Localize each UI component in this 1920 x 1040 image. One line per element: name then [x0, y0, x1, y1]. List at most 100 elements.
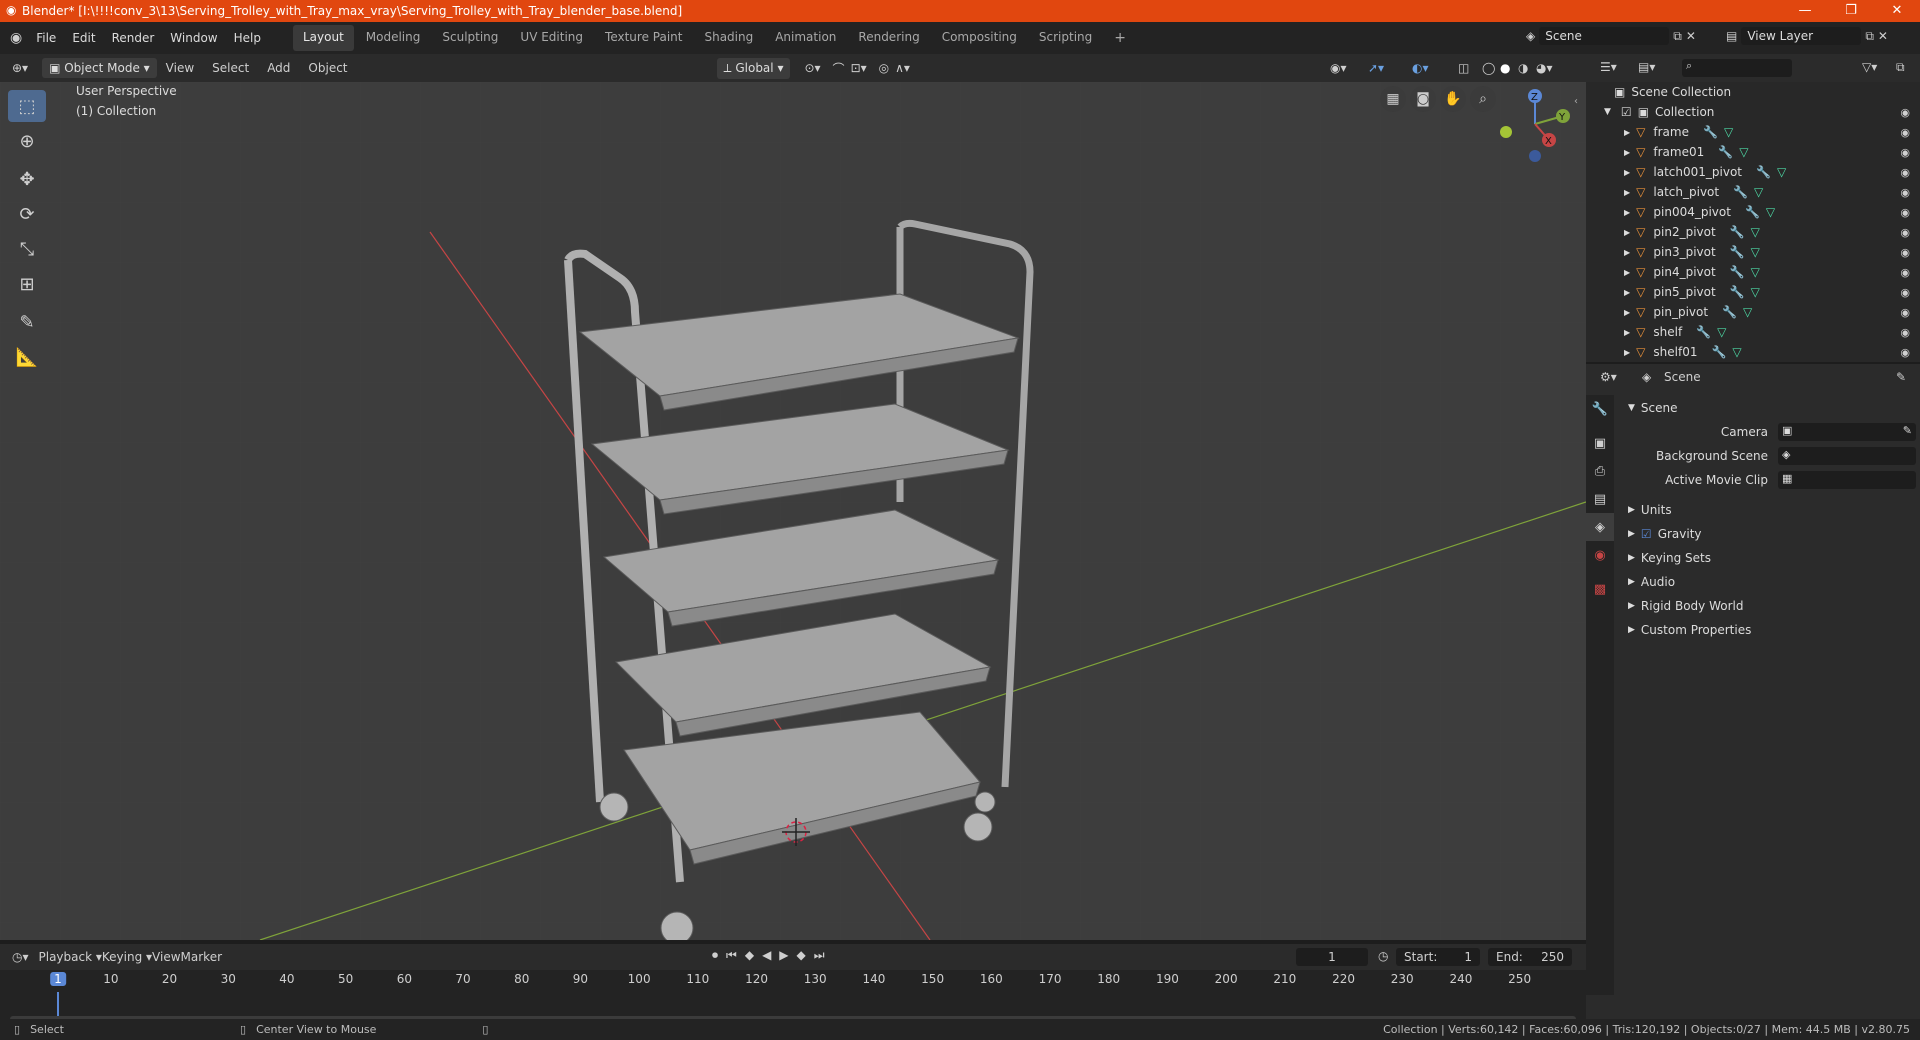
eye-icon[interactable]: ◉: [1900, 226, 1910, 239]
menu-window[interactable]: Window: [162, 31, 225, 45]
expand-arrow-icon[interactable]: ▶: [1624, 188, 1630, 197]
outliner-item[interactable]: ▶ ▽ frame 🔧 ▽ ◉: [1586, 122, 1920, 142]
view-menu[interactable]: View: [157, 61, 203, 75]
scene-tab-icon[interactable]: ◈: [1586, 513, 1614, 541]
timeline-editor-type-icon[interactable]: ◷▾: [12, 950, 29, 964]
proportional-edit-icon[interactable]: ◎: [879, 61, 889, 75]
outliner-item[interactable]: ▶ ▽ pin5_pivot 🔧 ▽ ◉: [1586, 282, 1920, 302]
eye-icon[interactable]: ◉: [1900, 306, 1910, 319]
rigid-body-world-panel-header[interactable]: ▶ Rigid Body World: [1622, 594, 1916, 618]
mesh-data-icon[interactable]: ▽: [1739, 145, 1748, 159]
outliner-item[interactable]: ▶ ▽ pin_pivot 🔧 ▽ ◉: [1586, 302, 1920, 322]
mesh-data-icon[interactable]: ▽: [1751, 245, 1760, 259]
tab-rendering[interactable]: Rendering: [848, 25, 929, 51]
expand-arrow-icon[interactable]: ▶: [1624, 328, 1630, 337]
menu-render[interactable]: Render: [104, 31, 163, 45]
eye-icon[interactable]: ◉: [1900, 126, 1910, 139]
mode-selector[interactable]: ▣ Object Mode ▾: [42, 58, 157, 78]
timeline-track[interactable]: 1 10 20 30 40 50 60 70 80 90 100 110 120 130 140 150 160…: [0, 970, 1586, 1026]
play-icon[interactable]: ▶: [779, 948, 788, 963]
snap-icon[interactable]: ⌒: [833, 60, 845, 77]
keying-sets-panel-header[interactable]: ▶ Keying Sets: [1622, 546, 1916, 570]
outliner-item[interactable]: ▶ ▽ pin004_pivot 🔧 ▽ ◉: [1586, 202, 1920, 222]
object-menu[interactable]: Object: [299, 61, 356, 75]
timeline-view-menu[interactable]: View: [152, 950, 180, 964]
end-frame-field[interactable]: End: 250: [1488, 948, 1572, 966]
modifier-wrench-icon[interactable]: 🔧: [1730, 245, 1745, 259]
modifier-wrench-icon[interactable]: 🔧: [1745, 205, 1760, 219]
properties-editor-type-icon[interactable]: ⚙▾: [1600, 370, 1617, 384]
orientation-selector[interactable]: ⟂ Global ▾: [716, 57, 791, 79]
overlay-toggle-icon[interactable]: ◐▾: [1412, 61, 1429, 75]
background-scene-field[interactable]: ◈: [1778, 447, 1916, 465]
transform-tool-icon[interactable]: ⊞: [8, 268, 46, 300]
pivot-icon[interactable]: ⊙▾: [804, 61, 820, 75]
expand-arrow-icon[interactable]: ▶: [1624, 128, 1630, 137]
world-tab-icon[interactable]: ◉: [1586, 541, 1614, 569]
expand-arrow-icon[interactable]: ▶: [1624, 348, 1630, 357]
tool-tab-icon[interactable]: 🔧: [1586, 395, 1614, 423]
gizmo-toggle-icon[interactable]: ➚▾: [1368, 61, 1384, 75]
audio-panel-header[interactable]: ▶ Audio: [1622, 570, 1916, 594]
expand-arrow-icon[interactable]: ▶: [1624, 148, 1630, 157]
camera-field[interactable]: ▣ ✎: [1778, 423, 1916, 441]
toggle-camera-grid-icon[interactable]: ▦: [1380, 86, 1406, 112]
outliner-item[interactable]: ▶ ▽ pin2_pivot 🔧 ▽ ◉: [1586, 222, 1920, 242]
new-collection-icon[interactable]: ⧉: [1896, 60, 1905, 75]
modifier-wrench-icon[interactable]: 🔧: [1722, 305, 1737, 319]
eye-icon[interactable]: ◉: [1900, 286, 1910, 299]
play-reverse-icon[interactable]: ◀: [762, 948, 771, 963]
annotate-tool-icon[interactable]: ✎: [8, 306, 46, 338]
eyedropper-icon[interactable]: ✎: [1903, 424, 1912, 437]
display-mode-icon[interactable]: ▤▾: [1638, 60, 1655, 74]
jump-end-icon[interactable]: ⏭: [814, 948, 825, 963]
falloff-icon[interactable]: ∧▾: [895, 61, 910, 75]
mesh-data-icon[interactable]: ▽: [1751, 225, 1760, 239]
select-menu[interactable]: Select: [203, 61, 258, 75]
close-window-button[interactable]: ✕: [1874, 0, 1920, 22]
outliner-item[interactable]: ▶ ▽ latch_pivot 🔧 ▽ ◉: [1586, 182, 1920, 202]
gravity-panel-header[interactable]: ▶ ☑ Gravity: [1622, 522, 1916, 546]
sidebar-toggle-icon[interactable]: ‹: [1574, 96, 1578, 107]
current-frame-field[interactable]: 1: [1296, 948, 1368, 966]
pan-hand-icon[interactable]: ✋: [1440, 86, 1466, 112]
scene-name-field[interactable]: Scene: [1539, 27, 1670, 45]
keying-menu[interactable]: Keying ▾: [102, 950, 152, 964]
mesh-data-icon[interactable]: ▽: [1743, 305, 1752, 319]
pin-icon[interactable]: ✎: [1896, 370, 1906, 384]
modifier-wrench-icon[interactable]: 🔧: [1756, 165, 1771, 179]
filter-icon[interactable]: ▽▾: [1862, 60, 1877, 74]
modifier-wrench-icon[interactable]: 🔧: [1730, 285, 1745, 299]
playback-menu[interactable]: Playback ▾: [39, 950, 102, 964]
outliner-item[interactable]: ▶ ▽ latch001_pivot 🔧 ▽ ◉: [1586, 162, 1920, 182]
tab-scripting[interactable]: Scripting: [1029, 25, 1102, 51]
view-layer-field[interactable]: View Layer: [1741, 27, 1862, 45]
eye-icon[interactable]: ◉: [1900, 266, 1910, 279]
preview-range-icon[interactable]: ◷: [1378, 949, 1388, 963]
rotate-tool-icon[interactable]: ⟳: [8, 198, 46, 230]
outliner-editor-type-icon[interactable]: ☰▾: [1600, 60, 1617, 74]
expand-arrow-icon[interactable]: ▶: [1624, 248, 1630, 257]
snap-target-icon[interactable]: ⊡▾: [851, 61, 867, 75]
outliner-item[interactable]: ▶ ▽ shelf01 🔧 ▽ ◉: [1586, 342, 1920, 362]
mesh-data-icon[interactable]: ▽: [1754, 185, 1763, 199]
eye-icon[interactable]: ◉: [1900, 146, 1910, 159]
expand-arrow-icon[interactable]: ▶: [1624, 268, 1630, 277]
delete-scene-icon[interactable]: ✕: [1686, 29, 1696, 43]
mesh-data-icon[interactable]: ▽: [1717, 325, 1726, 339]
marker-menu[interactable]: Marker: [181, 950, 222, 964]
prev-keyframe-icon[interactable]: ◆: [745, 948, 754, 963]
active-movie-clip-field[interactable]: ▦: [1778, 471, 1916, 489]
measure-tool-icon[interactable]: 📐: [8, 341, 46, 373]
mesh-data-icon[interactable]: ▽: [1777, 165, 1786, 179]
render-tab-icon[interactable]: ▣: [1586, 429, 1614, 457]
tab-animation[interactable]: Animation: [765, 25, 846, 51]
outliner-item[interactable]: ▶ ▽ pin3_pivot 🔧 ▽ ◉: [1586, 242, 1920, 262]
modifier-wrench-icon[interactable]: 🔧: [1730, 225, 1745, 239]
3d-viewport[interactable]: User Perspective (1) Collection Z Y X ▦ …: [0, 82, 1586, 940]
rendered-shading-icon[interactable]: ◕▾: [1536, 61, 1553, 75]
mesh-data-icon[interactable]: ▽: [1766, 205, 1775, 219]
tab-compositing[interactable]: Compositing: [932, 25, 1027, 51]
start-frame-field[interactable]: Start: 1: [1396, 948, 1480, 966]
eye-icon[interactable]: ◉: [1900, 166, 1910, 179]
